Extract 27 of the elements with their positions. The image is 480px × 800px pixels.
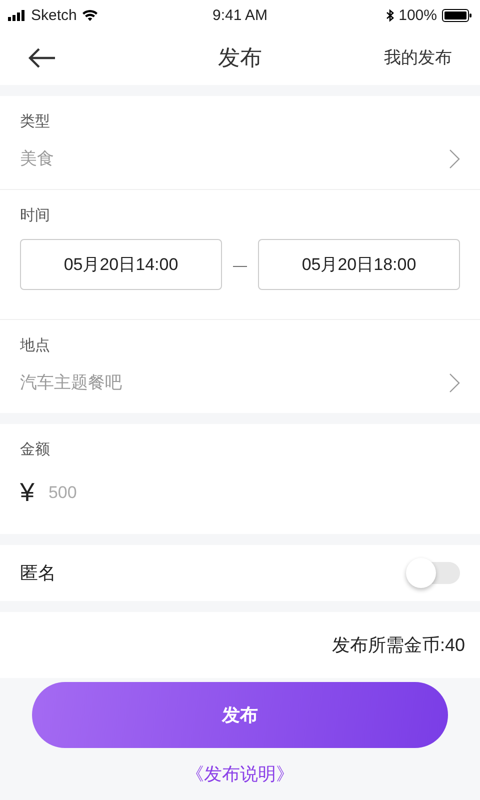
battery-percent: 100% xyxy=(398,6,437,24)
carrier-name: Sketch xyxy=(31,6,77,24)
range-dash: — xyxy=(232,256,248,272)
type-picker[interactable]: 美食 xyxy=(20,147,460,170)
location-picker[interactable]: 汽车主题餐吧 xyxy=(20,371,460,394)
status-time: 9:41 AM xyxy=(212,6,268,24)
battery-icon xyxy=(442,8,472,22)
type-label: 类型 xyxy=(20,112,51,131)
chevron-icon xyxy=(449,148,460,168)
back-arrow-icon xyxy=(28,48,56,68)
anonymous-label: 匿名 xyxy=(20,562,56,585)
location-label: 地点 xyxy=(20,336,51,355)
signal-icon xyxy=(8,10,26,20)
submit-button[interactable]: 发布 xyxy=(32,682,448,748)
notice-link[interactable]: 《发布说明》 xyxy=(186,762,294,786)
currency-symbol: ¥ xyxy=(20,477,34,508)
bluetooth-icon xyxy=(386,8,394,22)
page-title: 发布 xyxy=(218,44,262,72)
end-time-field[interactable]: 05月20日18:00 xyxy=(258,239,460,290)
time-label: 时间 xyxy=(20,206,51,225)
coin-cost-text: 发布所需金币:40 xyxy=(332,634,465,657)
chevron-icon xyxy=(449,372,460,392)
my-posts-link[interactable]: 我的发布 xyxy=(384,46,452,69)
wifi-icon xyxy=(82,9,98,21)
amount-label: 金额 xyxy=(20,440,51,459)
start-time-field[interactable]: 05月20日14:00 xyxy=(20,239,222,290)
back-button[interactable] xyxy=(26,46,58,70)
